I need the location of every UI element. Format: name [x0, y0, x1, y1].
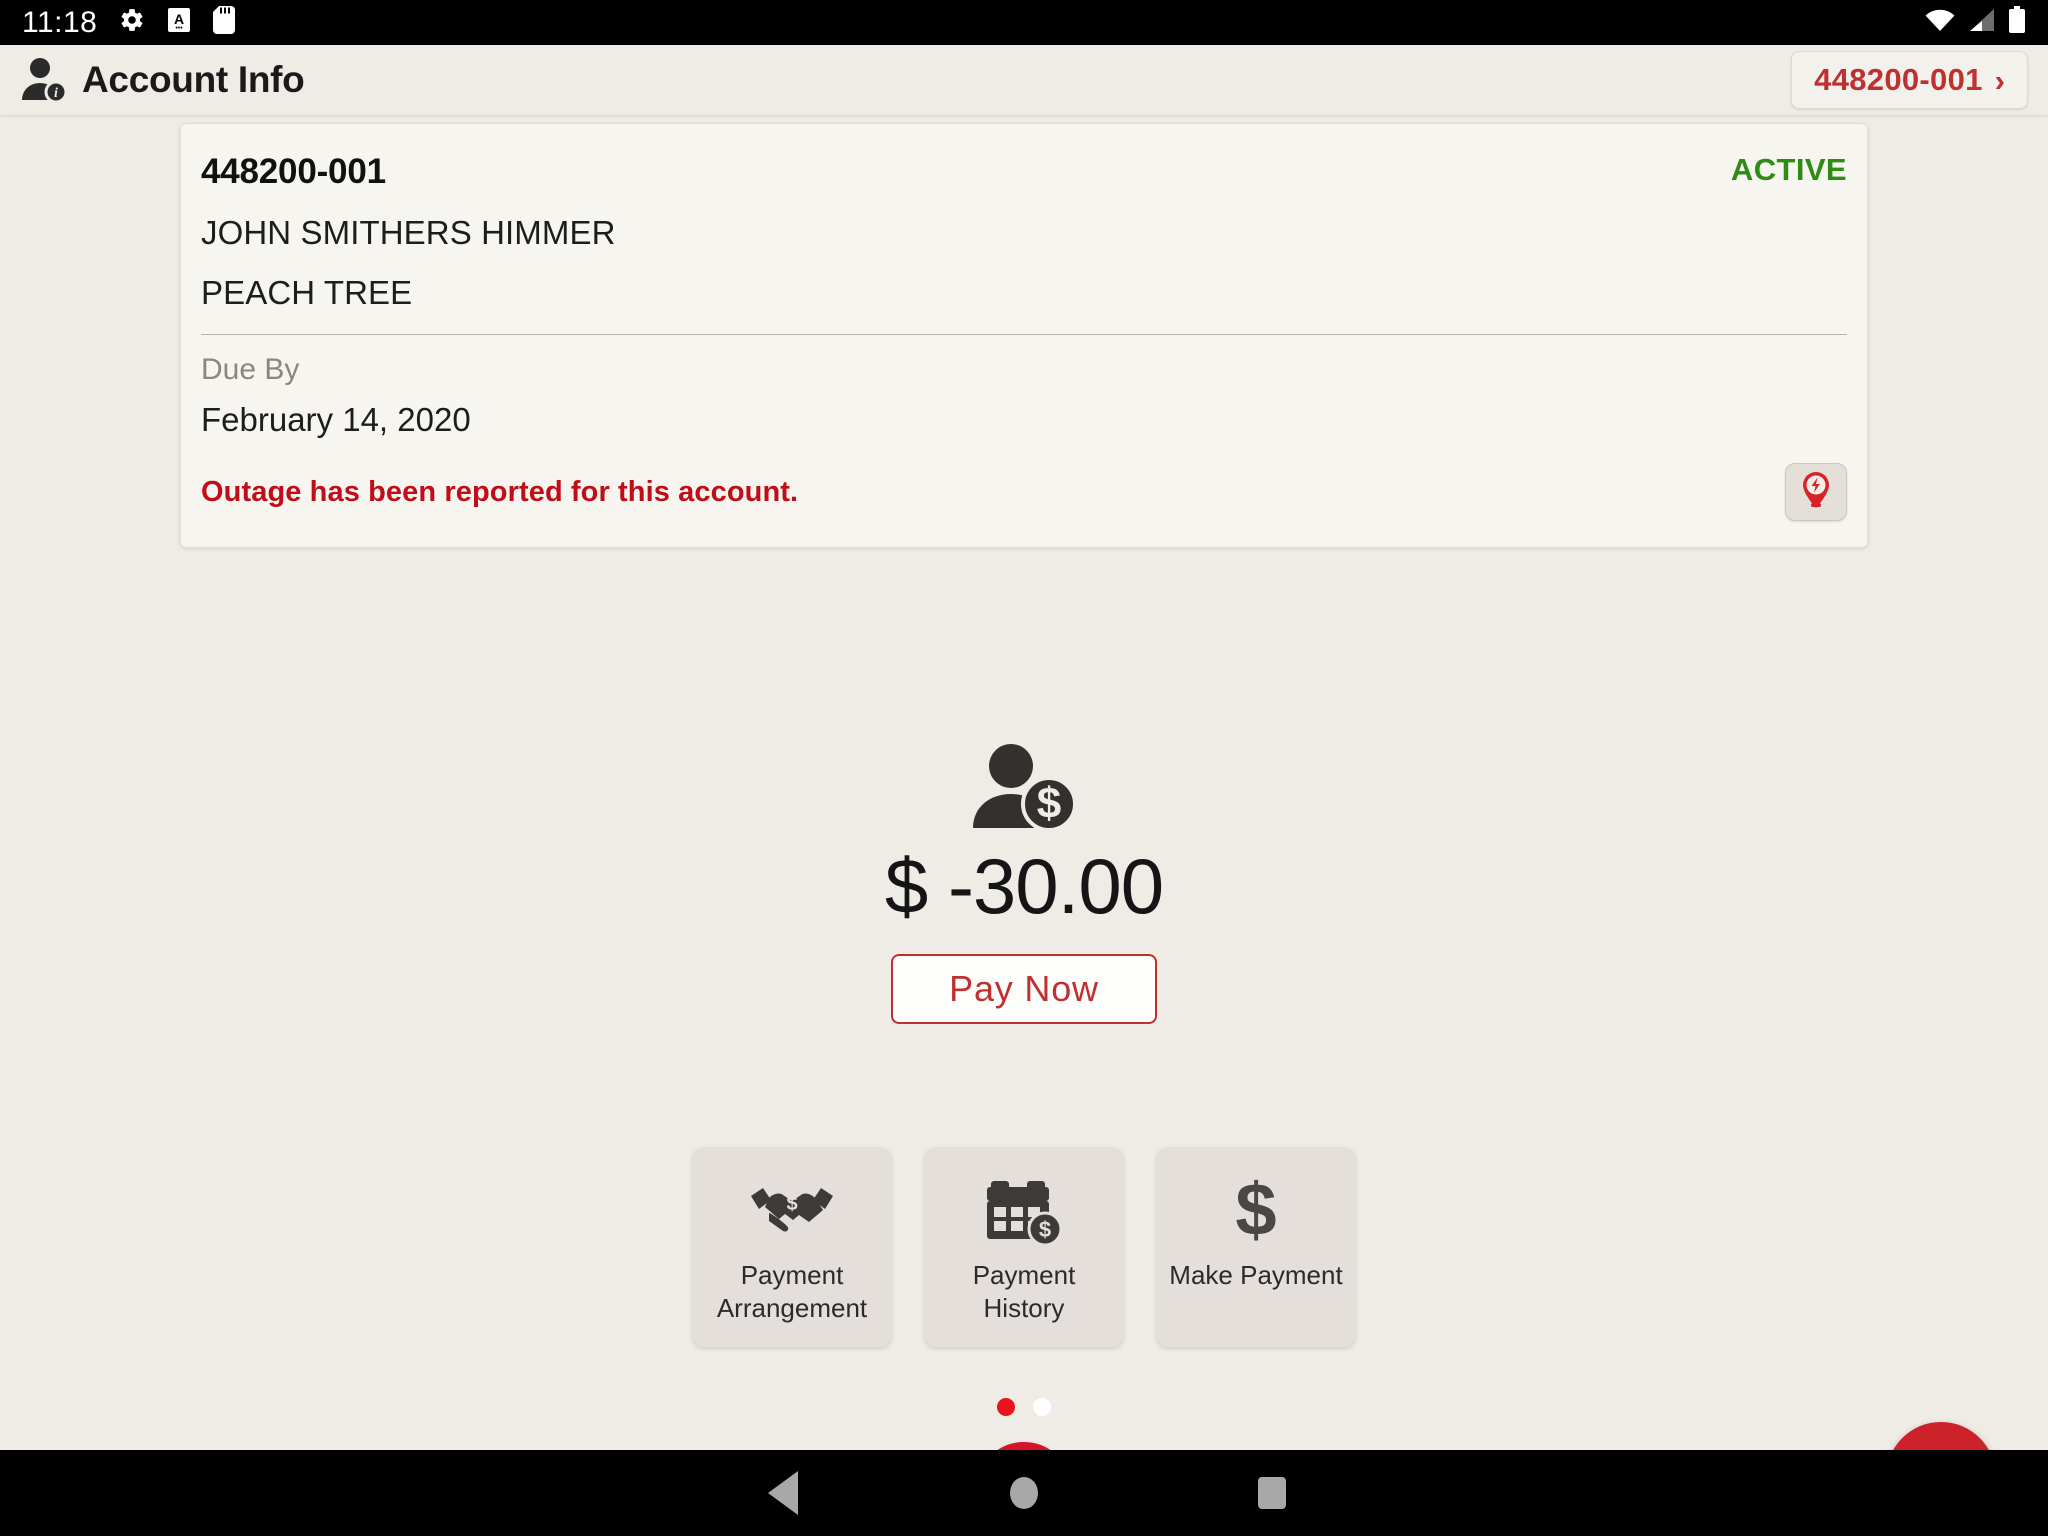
status-bar-right	[1924, 6, 2026, 39]
back-triangle-icon[interactable]	[768, 1471, 798, 1515]
calendar-dollar-icon: $	[985, 1175, 1063, 1247]
gear-icon	[119, 7, 145, 38]
svg-text:$: $	[786, 1193, 797, 1215]
a-app-icon: A •••	[167, 7, 191, 38]
tile-make-payment[interactable]: $ Make Payment	[1156, 1147, 1356, 1347]
app-screen: 11:18 A ••• i Account Info 448200-001 › …	[0, 0, 2048, 1536]
status-bar: 11:18 A •••	[0, 0, 2048, 45]
outage-message: Outage has been reported for this accoun…	[201, 475, 799, 508]
balance-amount: $ -30.00	[884, 842, 1164, 930]
tile-payment-history[interactable]: $ Payment History	[924, 1147, 1124, 1347]
account-selector-label: 448200-001	[1814, 62, 1983, 97]
balance-section: $ $ -30.00 Pay Now	[0, 740, 2048, 1024]
account-selector-chip[interactable]: 448200-001 ›	[1791, 51, 2028, 109]
dollar-sign-icon: $	[1228, 1173, 1284, 1249]
page-title: Account Info	[82, 59, 305, 100]
svg-text:$: $	[1235, 1173, 1276, 1249]
chevron-right-icon: ›	[1994, 62, 2005, 98]
svg-text:$: $	[1039, 1217, 1051, 1242]
sd-card-icon	[213, 6, 236, 39]
card-divider	[201, 334, 1847, 335]
account-card-header: 448200-001 ACTIVE	[201, 152, 1847, 192]
due-by-label: Due By	[201, 353, 300, 386]
status-badge: ACTIVE	[1730, 152, 1847, 187]
recents-square-icon[interactable]	[1258, 1477, 1286, 1509]
wifi-icon	[1924, 7, 1956, 38]
status-bar-clock: 11:18	[22, 5, 98, 39]
person-dollar-icon: $	[969, 740, 1079, 835]
svg-text:i: i	[54, 86, 58, 101]
status-bar-left: 11:18 A •••	[22, 5, 236, 40]
outage-row: Outage has been reported for this accoun…	[201, 463, 1847, 521]
tile-label: Payment History	[972, 1260, 1076, 1323]
pay-now-button[interactable]: Pay Now	[891, 954, 1157, 1024]
handshake-dollar-icon: $	[749, 1175, 835, 1247]
due-by-date: February 14, 2020	[201, 401, 471, 438]
customer-name: JOHN SMITHERS HIMMER	[201, 214, 616, 251]
quick-action-tiles: $ Payment Arrangement $ Payment History …	[0, 1147, 2048, 1347]
account-number: 448200-001	[201, 152, 386, 191]
tile-label: Payment Arrangement	[716, 1260, 868, 1323]
outage-pin-button[interactable]	[1785, 463, 1847, 521]
android-nav-bar	[0, 1450, 2048, 1536]
pagination-dot-1[interactable]	[997, 1398, 1015, 1416]
tile-payment-arrangement[interactable]: $ Payment Arrangement	[692, 1147, 892, 1347]
pagination-dots[interactable]	[0, 1398, 2048, 1416]
account-summary-card[interactable]: 448200-001 ACTIVE JOHN SMITHERS HIMMER P…	[180, 123, 1868, 548]
cellular-signal-icon	[1968, 7, 1996, 38]
battery-icon	[2008, 6, 2026, 39]
home-circle-icon[interactable]	[1010, 1477, 1038, 1509]
app-bar: i Account Info 448200-001 ›	[0, 45, 2048, 115]
svg-text:•••: •••	[176, 25, 184, 32]
pagination-dot-2[interactable]	[1033, 1398, 1051, 1416]
service-address: PEACH TREE	[201, 274, 413, 311]
account-info-person-icon: i	[18, 54, 70, 106]
outage-pin-icon	[1799, 470, 1833, 515]
tile-label: Make Payment	[1169, 1260, 1343, 1290]
svg-text:$: $	[1037, 779, 1061, 828]
main-content: 448200-001 ACTIVE JOHN SMITHERS HIMMER P…	[0, 115, 2048, 1536]
